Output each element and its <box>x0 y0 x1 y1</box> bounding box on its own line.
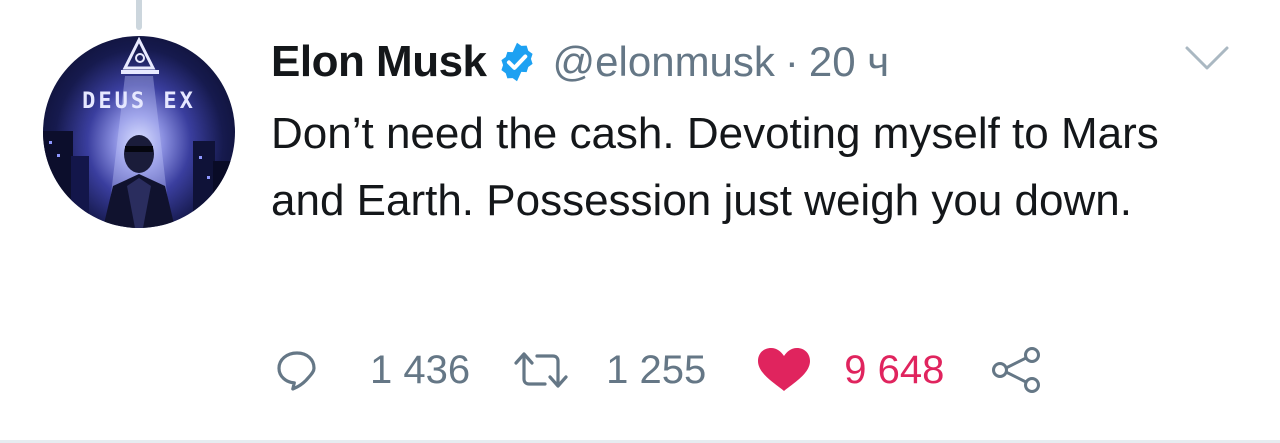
author-name[interactable]: Elon Musk <box>271 37 487 87</box>
reply-count: 1 436 <box>370 347 471 392</box>
thread-connector-line <box>136 0 142 30</box>
deus-ex-avatar-icon: DEUS EX <box>43 36 235 228</box>
retweet-button[interactable]: 1 255 <box>512 340 706 400</box>
avatar-logo-text: DEUS EX <box>82 89 196 114</box>
retweet-icon <box>514 352 568 388</box>
chevron-down-icon[interactable] <box>1183 42 1231 74</box>
like-count: 9 648 <box>844 347 945 392</box>
heart-icon <box>758 348 811 391</box>
tweet-header: Elon Musk @elonmusk · 20 ч <box>271 32 889 92</box>
tweet-actions: 1 436 1 255 9 648 <box>276 340 1044 400</box>
header-separator: · <box>784 38 799 85</box>
verified-badge-icon <box>500 42 533 82</box>
like-button[interactable]: 9 648 <box>756 340 944 400</box>
tweet-timestamp[interactable]: 20 ч <box>809 38 889 86</box>
retweet-count: 1 255 <box>606 347 707 392</box>
reply-bubble-icon <box>277 351 316 391</box>
author-handle[interactable]: @elonmusk <box>553 38 775 86</box>
tweet-text: Don’t need the cash. Devoting myself to … <box>271 109 1159 225</box>
share-button[interactable] <box>990 340 1044 400</box>
reply-button[interactable]: 1 436 <box>276 340 470 400</box>
share-icon <box>992 347 1041 393</box>
avatar[interactable]: DEUS EX <box>43 36 235 228</box>
